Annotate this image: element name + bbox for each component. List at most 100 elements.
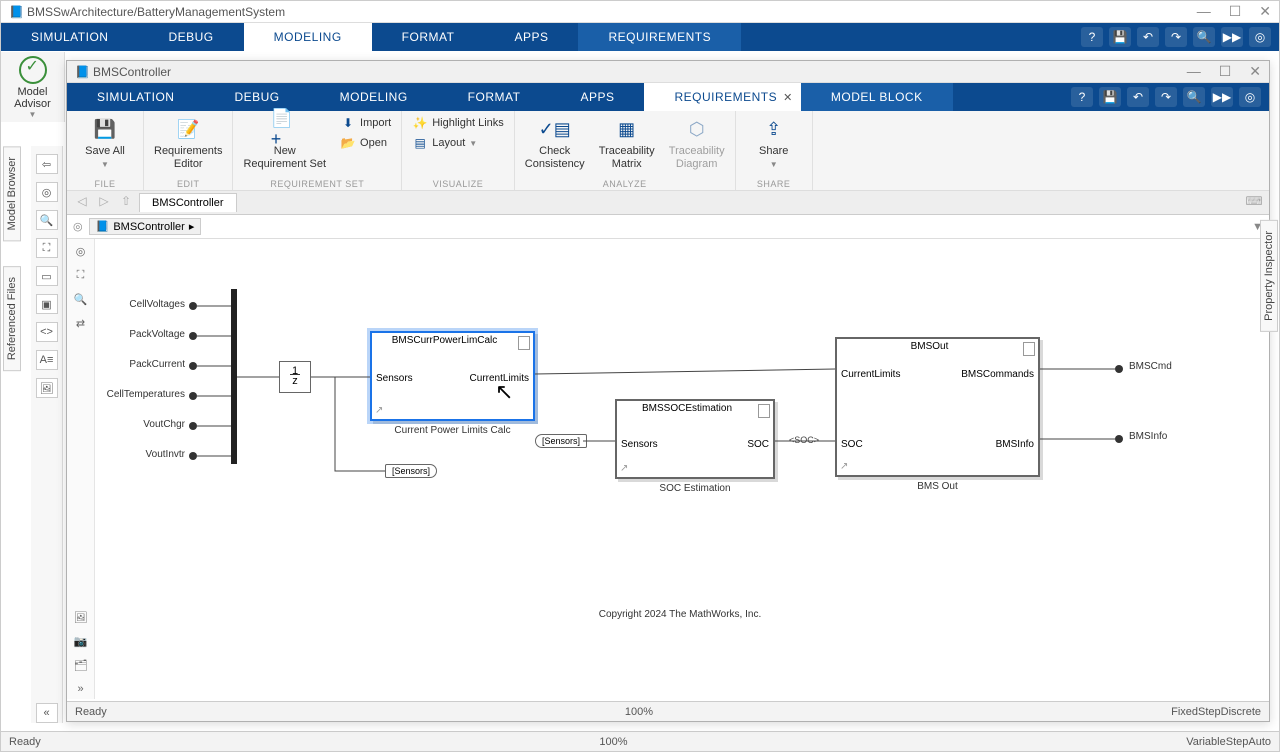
- model-browser-tab[interactable]: Model Browser: [3, 146, 21, 241]
- from-sensors[interactable]: [Sensors]: [535, 434, 587, 448]
- palette-label-icon[interactable]: A≡: [36, 350, 58, 370]
- palette-arrow-icon[interactable]: ⇦: [36, 154, 58, 174]
- palette-more-icon[interactable]: »: [72, 683, 90, 699]
- outport-dot[interactable]: [1115, 365, 1123, 373]
- breadcrumb-chip[interactable]: 📘 BMSController ▸: [89, 218, 202, 235]
- run-icon[interactable]: ▶▶: [1221, 27, 1243, 47]
- unit-delay-block[interactable]: 1z: [279, 361, 311, 393]
- tab-format[interactable]: FORMAT: [372, 23, 485, 51]
- minimize-button[interactable]: —: [1187, 63, 1201, 80]
- block-current-power-limits[interactable]: BMSCurrPowerLimCalc Sensors CurrentLimit…: [370, 331, 535, 421]
- tab-format[interactable]: FORMAT: [438, 83, 551, 111]
- outer-status-solver: VariableStepAuto: [1186, 736, 1271, 748]
- tab-requirements[interactable]: REQUIREMENTS✕: [644, 83, 800, 111]
- palette-hier-icon[interactable]: 🗂: [72, 659, 90, 675]
- new-requirement-set-button[interactable]: 📄+ New Requirement Set: [243, 115, 326, 171]
- target-icon[interactable]: ◎: [73, 220, 83, 233]
- model-advisor-label: Model Advisor: [1, 86, 64, 110]
- inport-dot[interactable]: [189, 302, 197, 310]
- run-icon[interactable]: ▶▶: [1211, 87, 1233, 107]
- help-icon[interactable]: ?: [1081, 27, 1103, 47]
- inner-status-ready: Ready: [75, 706, 107, 718]
- referenced-files-tab[interactable]: Referenced Files: [3, 266, 21, 371]
- nav-up-icon[interactable]: ⇧: [117, 194, 135, 212]
- traceability-matrix-button[interactable]: ▦ Traceability Matrix: [599, 115, 655, 171]
- palette-zoomfit-icon[interactable]: ⛶: [72, 269, 90, 285]
- inport-dot[interactable]: [189, 452, 197, 460]
- close-button[interactable]: ✕: [1259, 3, 1271, 20]
- save-all-button[interactable]: 💾 Save All ▼: [77, 115, 133, 169]
- highlight-links-button[interactable]: ✨Highlight Links: [412, 115, 504, 131]
- tab-modeling[interactable]: MODELING: [310, 83, 438, 111]
- tab-debug[interactable]: DEBUG: [204, 83, 309, 111]
- link-icon: ↗: [840, 461, 848, 472]
- palette-code-icon[interactable]: <>: [36, 322, 58, 342]
- close-button[interactable]: ✕: [1249, 63, 1261, 80]
- minimize-button[interactable]: —: [1197, 3, 1211, 20]
- doc-tab[interactable]: BMSController: [139, 193, 237, 212]
- import-button[interactable]: ⬇Import: [340, 115, 391, 131]
- undo-icon[interactable]: ↶: [1137, 27, 1159, 47]
- palette-img-icon[interactable]: 🖼: [36, 378, 58, 398]
- palette-zoom-icon[interactable]: 🔍: [72, 293, 90, 309]
- search-icon[interactable]: 🔍: [1183, 87, 1205, 107]
- tab-requirements[interactable]: REQUIREMENTS: [578, 23, 741, 51]
- tab-simulation[interactable]: SIMULATION: [1, 23, 138, 51]
- stop-icon[interactable]: ◎: [1249, 27, 1271, 47]
- block-soc-estimation[interactable]: BMSSOCEstimation Sensors SOC ↗: [615, 399, 775, 479]
- save-icon[interactable]: 💾: [1099, 87, 1121, 107]
- redo-icon[interactable]: ↷: [1155, 87, 1177, 107]
- palette-swap-icon[interactable]: ⇄: [72, 317, 90, 333]
- inport-dot[interactable]: [189, 422, 197, 430]
- tab-modeling[interactable]: MODELING: [244, 23, 372, 51]
- palette-snap-icon[interactable]: 🖼: [72, 611, 90, 627]
- layout-icon: ▤: [412, 135, 428, 151]
- canvas[interactable]: CellVoltages PackVoltage PackCurrent Cel…: [95, 239, 1265, 699]
- palette-sel-icon[interactable]: ▣: [36, 294, 58, 314]
- tab-simulation[interactable]: SIMULATION: [67, 83, 204, 111]
- maximize-button[interactable]: ☐: [1219, 63, 1232, 80]
- block-bms-out[interactable]: BMSOut CurrentLimits SOC BMSCommands BMS…: [835, 337, 1040, 477]
- keyboard-icon[interactable]: ⌨: [1245, 194, 1263, 212]
- model-advisor-button[interactable]: Model Advisor ▼: [1, 52, 65, 122]
- open-button[interactable]: 📂Open: [340, 135, 391, 151]
- share-button[interactable]: ⇪ Share ▼: [746, 115, 802, 169]
- palette-collapse-icon[interactable]: «: [36, 703, 58, 723]
- new-req-icon: 📄+: [271, 115, 299, 143]
- inport-dot[interactable]: [189, 362, 197, 370]
- layout-button[interactable]: ▤Layout ▼: [412, 135, 504, 151]
- block-caption: SOC Estimation: [615, 483, 775, 494]
- redo-icon[interactable]: ↷: [1165, 27, 1187, 47]
- palette-target-icon[interactable]: ◎: [72, 245, 90, 261]
- inport-dot[interactable]: [189, 332, 197, 340]
- check-consistency-button[interactable]: ✓▤ Check Consistency: [525, 115, 585, 171]
- goto-sensors[interactable]: [Sensors]: [385, 464, 437, 478]
- palette-rect-icon[interactable]: ▭: [36, 266, 58, 286]
- nav-fwd-icon[interactable]: ▷: [95, 194, 113, 212]
- palette-fit-icon[interactable]: ⛶: [36, 238, 58, 258]
- palette-target-icon[interactable]: ◎: [36, 182, 58, 202]
- close-icon[interactable]: ✕: [783, 91, 793, 104]
- requirements-editor-button[interactable]: 📝 Requirements Editor: [154, 115, 222, 171]
- palette-cam-icon[interactable]: 📷: [72, 635, 90, 651]
- help-icon[interactable]: ?: [1071, 87, 1093, 107]
- inport-dot[interactable]: [189, 392, 197, 400]
- tab-model-block[interactable]: MODEL BLOCK: [801, 83, 953, 111]
- outport-dot[interactable]: [1115, 435, 1123, 443]
- mux-block[interactable]: [231, 289, 237, 464]
- simulink-icon: 📘: [9, 5, 23, 19]
- stop-icon[interactable]: ◎: [1239, 87, 1261, 107]
- window-controls: — ☐ ✕: [1197, 3, 1271, 20]
- tab-apps[interactable]: APPS: [550, 83, 644, 111]
- search-icon[interactable]: 🔍: [1193, 27, 1215, 47]
- palette-zoom-icon[interactable]: 🔍: [36, 210, 58, 230]
- doc-tabbar: ◁ ▷ ⇧ BMSController ⌨: [67, 191, 1269, 215]
- nav-back-icon[interactable]: ◁: [73, 194, 91, 212]
- tab-debug[interactable]: DEBUG: [138, 23, 243, 51]
- undo-icon[interactable]: ↶: [1127, 87, 1149, 107]
- copyright: Copyright 2024 The MathWorks, Inc.: [95, 609, 1265, 620]
- property-inspector-tab[interactable]: Property Inspector: [1260, 220, 1278, 332]
- maximize-button[interactable]: ☐: [1229, 3, 1242, 20]
- save-icon[interactable]: 💾: [1109, 27, 1131, 47]
- tab-apps[interactable]: APPS: [484, 23, 578, 51]
